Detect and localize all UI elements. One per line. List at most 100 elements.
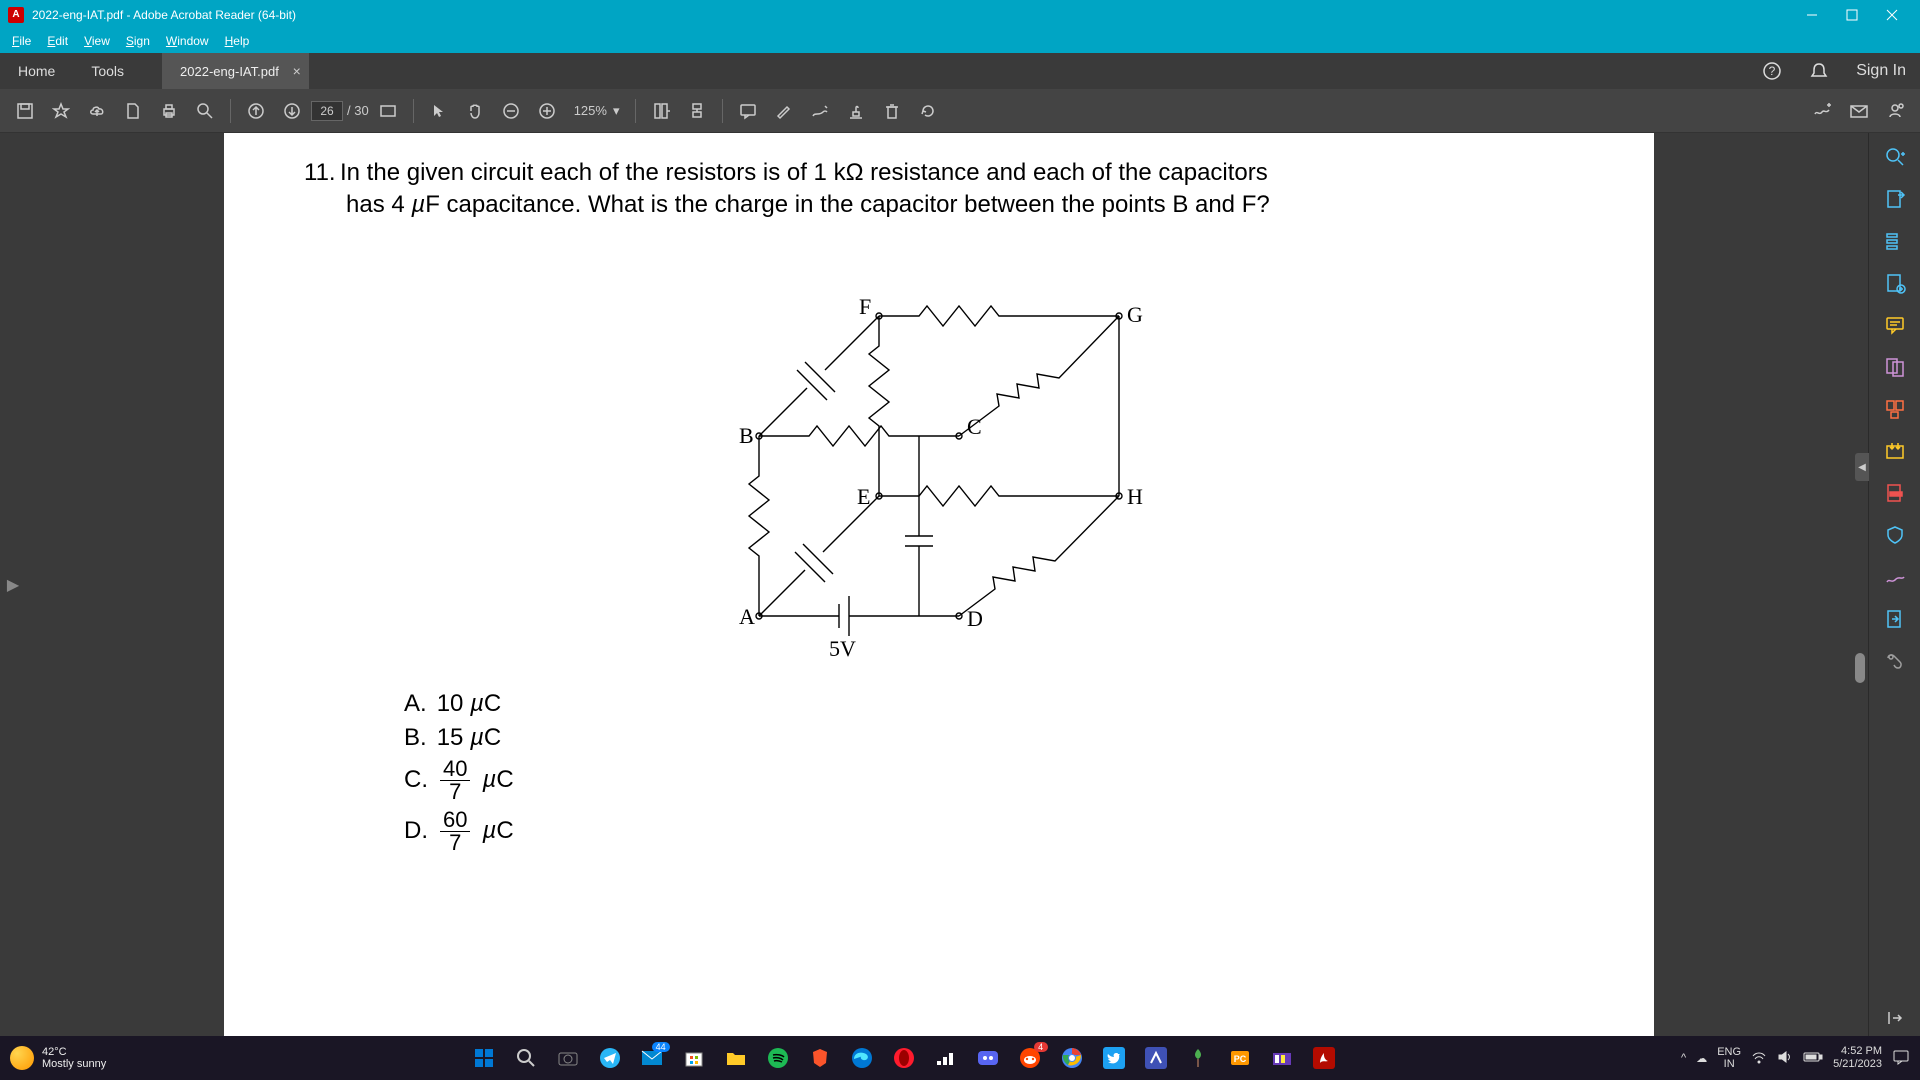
menu-view[interactable]: View xyxy=(76,32,118,50)
page-down-icon[interactable] xyxy=(275,94,309,128)
protect-icon[interactable] xyxy=(1877,517,1913,553)
menu-edit[interactable]: Edit xyxy=(39,32,76,50)
sign-icon[interactable] xyxy=(1806,94,1840,128)
language-indicator[interactable]: ENG IN xyxy=(1717,1046,1741,1070)
fit-width-icon[interactable] xyxy=(644,94,678,128)
scrollbar[interactable] xyxy=(1852,133,1868,1036)
share-icon[interactable] xyxy=(1878,94,1912,128)
spotify-icon[interactable] xyxy=(758,1040,798,1076)
battery-icon[interactable] xyxy=(1803,1051,1823,1066)
page-up-icon[interactable] xyxy=(239,94,273,128)
print-icon[interactable] xyxy=(152,94,186,128)
taskbar-search-icon[interactable] xyxy=(506,1040,546,1076)
mail-icon[interactable]: 44 xyxy=(632,1040,672,1076)
option-d-letter: D. xyxy=(404,817,428,845)
acrobat-taskbar-icon[interactable] xyxy=(1304,1040,1344,1076)
tab-close-icon[interactable]: × xyxy=(293,63,301,79)
combine-icon[interactable] xyxy=(1877,349,1913,385)
option-a-letter: A. xyxy=(404,690,427,718)
clock[interactable]: 4:52 PM 5/21/2023 xyxy=(1833,1045,1882,1071)
question-text-start: In the given circuit each of the resisto… xyxy=(340,159,1268,186)
tab-file[interactable]: 2022-eng-IAT.pdf × xyxy=(162,53,309,89)
tab-home[interactable]: Home xyxy=(0,53,73,89)
volume-icon[interactable] xyxy=(1777,1050,1793,1067)
left-panel-toggle[interactable]: ▶ xyxy=(0,133,26,1036)
explorer-icon[interactable] xyxy=(716,1040,756,1076)
scrollbar-thumb[interactable] xyxy=(1855,653,1865,683)
envelope-icon[interactable] xyxy=(1842,94,1876,128)
notification-center-icon[interactable] xyxy=(1892,1049,1910,1068)
camera-icon[interactable] xyxy=(548,1040,588,1076)
panel-collapse-icon[interactable]: ◀ xyxy=(1855,453,1869,481)
draw-icon[interactable] xyxy=(803,94,837,128)
page-input[interactable] xyxy=(311,101,343,121)
menu-help[interactable]: Help xyxy=(217,32,258,50)
expand-panel-icon[interactable] xyxy=(1877,1000,1913,1036)
minimize-button[interactable] xyxy=(1792,0,1832,29)
start-button[interactable] xyxy=(464,1040,504,1076)
delete-icon[interactable] xyxy=(875,94,909,128)
deezer-icon[interactable] xyxy=(926,1040,966,1076)
mail-badge: 44 xyxy=(652,1042,670,1052)
scroll-mode-icon[interactable] xyxy=(680,94,714,128)
chrome-icon[interactable] xyxy=(1052,1040,1092,1076)
export-pdf-icon[interactable] xyxy=(1877,181,1913,217)
edit-pdf-icon[interactable] xyxy=(1877,223,1913,259)
menu-window[interactable]: Window xyxy=(158,32,217,50)
store-icon[interactable] xyxy=(674,1040,714,1076)
redact-icon[interactable] xyxy=(1877,475,1913,511)
save-icon[interactable] xyxy=(8,94,42,128)
app-icon-1[interactable] xyxy=(1136,1040,1176,1076)
document-viewport[interactable]: 11.In the given circuit each of the resi… xyxy=(26,133,1852,1036)
zoom-out-icon[interactable] xyxy=(494,94,528,128)
app-icon-3[interactable]: PC xyxy=(1220,1040,1260,1076)
close-button[interactable] xyxy=(1872,0,1912,29)
reddit-icon[interactable]: 4 xyxy=(1010,1040,1050,1076)
more-tools-icon[interactable] xyxy=(1877,643,1913,679)
reading-mode-icon[interactable] xyxy=(371,94,405,128)
tab-tools[interactable]: Tools xyxy=(73,53,142,89)
comment-tool-icon[interactable] xyxy=(1877,307,1913,343)
zoom-in-icon[interactable] xyxy=(530,94,564,128)
menu-file[interactable]: File xyxy=(4,32,39,50)
create-pdf-icon[interactable] xyxy=(1877,265,1913,301)
compress-icon[interactable] xyxy=(1877,433,1913,469)
weather-temp: 42°C xyxy=(42,1046,106,1058)
discord-icon[interactable] xyxy=(968,1040,1008,1076)
notifications-button[interactable] xyxy=(1796,53,1842,89)
telegram-icon[interactable] xyxy=(590,1040,630,1076)
comment-icon[interactable] xyxy=(731,94,765,128)
app-icon-4[interactable] xyxy=(1262,1040,1302,1076)
pointer-icon[interactable] xyxy=(422,94,456,128)
wifi-icon[interactable] xyxy=(1751,1050,1767,1067)
highlight-icon[interactable] xyxy=(767,94,801,128)
cloud-tray-icon[interactable]: ☁ xyxy=(1696,1052,1707,1065)
fill-sign-icon[interactable] xyxy=(1877,559,1913,595)
help-button[interactable]: ? xyxy=(1748,53,1796,89)
signin-button[interactable]: Sign In xyxy=(1842,53,1920,89)
app-icon-2[interactable] xyxy=(1178,1040,1218,1076)
opera-icon[interactable] xyxy=(884,1040,924,1076)
maximize-button[interactable] xyxy=(1832,0,1872,29)
svg-text:G: G xyxy=(1127,302,1143,327)
tray-chevron-icon[interactable]: ^ xyxy=(1681,1052,1686,1064)
search-icon[interactable] xyxy=(188,94,222,128)
hand-icon[interactable] xyxy=(458,94,492,128)
edge-icon[interactable] xyxy=(842,1040,882,1076)
rotate-icon[interactable] xyxy=(911,94,945,128)
twitter-icon[interactable] xyxy=(1094,1040,1134,1076)
svg-text:E: E xyxy=(857,484,870,509)
weather-widget[interactable]: 42°C Mostly sunny xyxy=(10,1046,106,1070)
menu-sign[interactable]: Sign xyxy=(118,32,158,50)
star-icon[interactable] xyxy=(44,94,78,128)
organize-icon[interactable] xyxy=(1877,391,1913,427)
option-c-fraction: 407 xyxy=(440,758,470,803)
question-body: has 4 µF capacitance. What is the charge… xyxy=(346,189,1574,221)
search-tool-icon[interactable] xyxy=(1877,139,1913,175)
cloud-upload-icon[interactable] xyxy=(80,94,114,128)
brave-icon[interactable] xyxy=(800,1040,840,1076)
stamp-icon[interactable] xyxy=(839,94,873,128)
zoom-dropdown[interactable]: 125%▾ xyxy=(566,103,628,119)
file-icon[interactable] xyxy=(116,94,150,128)
convert-icon[interactable] xyxy=(1877,601,1913,637)
